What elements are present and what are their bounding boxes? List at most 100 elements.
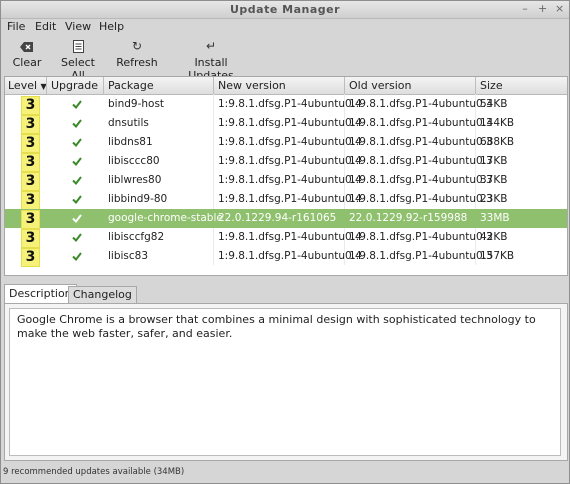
- upgrade-checkbox[interactable]: [72, 100, 82, 109]
- checkmark-icon: [72, 100, 82, 109]
- maximize-icon[interactable]: +: [538, 2, 547, 15]
- menu-bar: File Edit View Help: [1, 18, 569, 36]
- upgrade-checkbox[interactable]: [72, 157, 82, 166]
- cell-new-version: 1:9.8.1.dfsg.P1-4ubuntu0.4: [218, 250, 362, 262]
- table-row[interactable]: 3 libbind9-80 1:9.8.1.dfsg.P1-4ubuntu0.4 1:…: [5, 190, 567, 210]
- checkmark-icon: [72, 195, 82, 204]
- menu-view[interactable]: View: [65, 20, 91, 33]
- description-box[interactable]: Google Chrome is a browser that combines…: [9, 308, 561, 456]
- cell-new-version: 1:9.8.1.dfsg.P1-4ubuntu0.4: [218, 136, 362, 148]
- cell-new-version: 1:9.8.1.dfsg.P1-4ubuntu0.4: [218, 174, 362, 186]
- clear-label: Clear: [12, 56, 42, 69]
- level-badge: 3: [21, 96, 40, 115]
- column-old-version[interactable]: Old version: [349, 79, 411, 92]
- cell-size: 33MB: [480, 212, 510, 224]
- table-row[interactable]: 3 libisccc80 1:9.8.1.dfsg.P1-4ubuntu0.4 1:9…: [5, 152, 567, 172]
- cell-new-version: 1:9.8.1.dfsg.P1-4ubuntu0.4: [218, 231, 362, 243]
- menu-help[interactable]: Help: [99, 20, 124, 33]
- refresh-icon: ↻: [131, 39, 143, 53]
- level-badge: 3: [21, 134, 40, 153]
- cell-package: libisccfg82: [108, 231, 165, 243]
- pane-splitter[interactable]: [1, 277, 569, 283]
- table-row[interactable]: 3 google-chrome-stable 22.0.1229.94-r16106…: [5, 209, 567, 229]
- cell-new-version: 1:9.8.1.dfsg.P1-4ubuntu0.4: [218, 117, 362, 129]
- select-all-icon: [53, 39, 103, 54]
- cell-size: 144KB: [480, 117, 515, 129]
- status-bar-text: 9 recommended updates available (34MB): [3, 467, 185, 477]
- cell-package: libisccc80: [108, 155, 160, 167]
- cell-size: 37KB: [480, 174, 508, 186]
- column-level-label: Level: [8, 79, 38, 92]
- menu-file[interactable]: File: [7, 20, 25, 33]
- upgrade-checkbox[interactable]: [72, 252, 82, 261]
- cell-size: 688KB: [480, 136, 515, 148]
- refresh-button[interactable]: ↻ Refresh: [116, 39, 158, 69]
- upgrade-checkbox[interactable]: [72, 138, 82, 147]
- level-badge: 3: [21, 172, 40, 191]
- cell-package: libisc83: [108, 250, 149, 262]
- toolbar: Clear Select All ↻ Refresh ↵ Install Upd…: [1, 37, 569, 82]
- table-row[interactable]: 3 bind9-host 1:9.8.1.dfsg.P1-4ubuntu0.4 1:9…: [5, 95, 567, 115]
- cell-package: liblwres80: [108, 174, 162, 186]
- cell-old-version: 1:9.8.1.dfsg.P1-4ubuntu0.3: [349, 155, 493, 167]
- column-divider[interactable]: [344, 77, 345, 94]
- upgrade-checkbox[interactable]: [72, 119, 82, 128]
- upgrade-checkbox[interactable]: [72, 233, 82, 242]
- checkmark-icon: [72, 157, 82, 166]
- description-text: Google Chrome is a browser that combines…: [17, 313, 536, 340]
- clear-button[interactable]: Clear: [12, 39, 42, 69]
- updates-table: Level ▼ Upgrade Package New version Old …: [4, 76, 568, 276]
- column-divider[interactable]: [213, 77, 214, 94]
- window-controls: – + ×: [521, 2, 564, 15]
- checkmark-icon: [72, 176, 82, 185]
- table-row[interactable]: 3 dnsutils 1:9.8.1.dfsg.P1-4ubuntu0.4 1:9.8…: [5, 114, 567, 134]
- upgrade-checkbox[interactable]: [72, 214, 82, 223]
- checkmark-icon: [72, 214, 82, 223]
- column-upgrade[interactable]: Upgrade: [51, 79, 98, 92]
- cell-old-version: 1:9.8.1.dfsg.P1-4ubuntu0.3: [349, 136, 493, 148]
- column-divider[interactable]: [46, 77, 47, 94]
- details-panel: Google Chrome is a browser that combines…: [4, 303, 568, 461]
- window-title: Update Manager: [229, 3, 341, 16]
- cell-size: 42KB: [480, 231, 508, 243]
- refresh-label: Refresh: [116, 56, 158, 69]
- minimize-icon[interactable]: –: [521, 2, 529, 15]
- level-badge: 3: [21, 153, 40, 172]
- cell-old-version: 1:9.8.1.dfsg.P1-4ubuntu0.3: [349, 174, 493, 186]
- column-divider[interactable]: [103, 77, 104, 94]
- column-new-version[interactable]: New version: [218, 79, 286, 92]
- level-badge: 3: [21, 191, 40, 210]
- cell-new-version: 1:9.8.1.dfsg.P1-4ubuntu0.4: [218, 98, 362, 110]
- menu-edit[interactable]: Edit: [35, 20, 56, 33]
- column-level[interactable]: Level ▼: [8, 79, 47, 92]
- level-badge: 3: [21, 248, 40, 267]
- cell-size: 23KB: [480, 193, 508, 205]
- install-icon: ↵: [205, 39, 217, 53]
- table-row[interactable]: 3 libisc83 1:9.8.1.dfsg.P1-4ubuntu0.4 1:9.8…: [5, 247, 567, 267]
- checkmark-icon: [72, 233, 82, 242]
- upgrade-checkbox[interactable]: [72, 176, 82, 185]
- cell-package: dnsutils: [108, 117, 149, 129]
- title-bar[interactable]: Update Manager – + ×: [1, 1, 569, 19]
- table-row[interactable]: 3 libdns81 1:9.8.1.dfsg.P1-4ubuntu0.4 1:9.8…: [5, 133, 567, 153]
- checkmark-icon: [72, 119, 82, 128]
- column-size[interactable]: Size: [480, 79, 503, 92]
- tab-changelog[interactable]: Changelog: [68, 286, 137, 303]
- level-badge: 3: [21, 229, 40, 248]
- cell-old-version: 1:9.8.1.dfsg.P1-4ubuntu0.3: [349, 117, 493, 129]
- table-row[interactable]: 3 liblwres80 1:9.8.1.dfsg.P1-4ubuntu0.4 1:9…: [5, 171, 567, 191]
- table-row[interactable]: 3 libisccfg82 1:9.8.1.dfsg.P1-4ubuntu0.4 1:…: [5, 228, 567, 248]
- update-manager-window: Update Manager – + × File Edit View Help…: [0, 0, 570, 484]
- upgrade-checkbox[interactable]: [72, 195, 82, 204]
- cell-package: google-chrome-stable: [108, 212, 223, 224]
- column-divider[interactable]: [475, 77, 476, 94]
- cell-package: libbind9-80: [108, 193, 168, 205]
- table-header: Level ▼ Upgrade Package New version Old …: [5, 77, 567, 95]
- cell-old-version: 1:9.8.1.dfsg.P1-4ubuntu0.3: [349, 250, 493, 262]
- checkmark-icon: [72, 138, 82, 147]
- column-package[interactable]: Package: [108, 79, 154, 92]
- cell-old-version: 1:9.8.1.dfsg.P1-4ubuntu0.3: [349, 98, 493, 110]
- close-icon[interactable]: ×: [555, 2, 564, 15]
- level-badge: 3: [21, 210, 40, 229]
- tab-description[interactable]: Description: [4, 284, 77, 304]
